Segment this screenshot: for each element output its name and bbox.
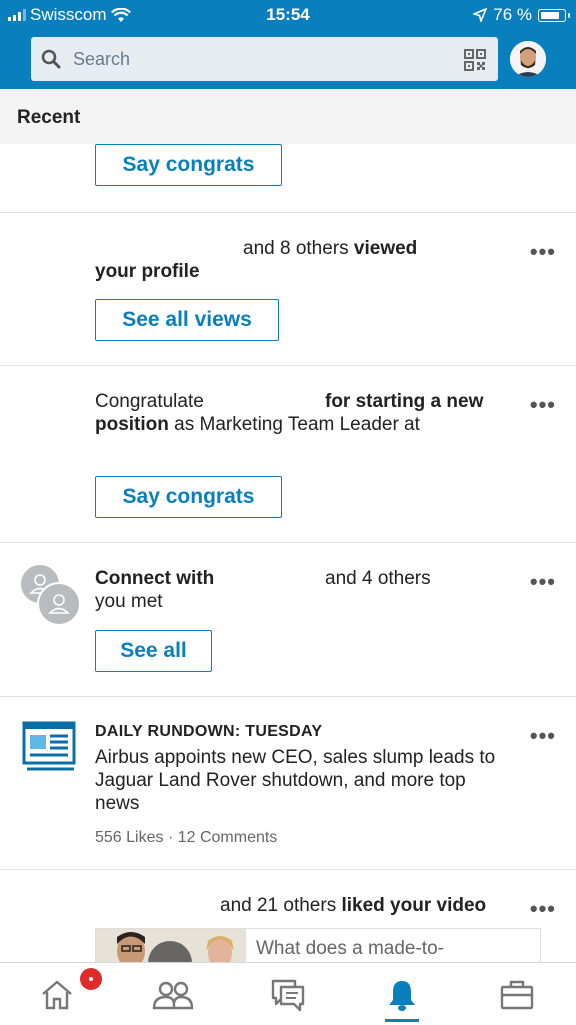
more-options-icon[interactable]: ••• [530, 392, 556, 418]
notification-card[interactable]: Congratulate for starting a new position… [0, 366, 576, 543]
say-congrats-button[interactable]: Say congrats [95, 144, 282, 186]
more-options-icon[interactable]: ••• [530, 569, 556, 595]
newspaper-icon [22, 721, 76, 771]
status-bar: Swisscom 15:54 76 % [0, 0, 576, 30]
battery-icon [538, 8, 570, 22]
tab-home[interactable] [34, 977, 80, 1013]
search-icon [41, 49, 61, 69]
news-card[interactable]: DAILY RUNDOWN: TUESDAY Airbus appoints n… [0, 697, 576, 870]
notification-text: Congratulate [95, 391, 204, 412]
notification-card[interactable]: and 21 others liked your video ••• What … [0, 870, 576, 968]
notification-badge [80, 968, 102, 990]
news-headline[interactable]: Airbus appoints new CEO, sales slump lea… [95, 746, 510, 815]
more-options-icon[interactable]: ••• [530, 723, 556, 749]
notification-text-bold: Connect with [95, 568, 215, 589]
notifications-icon [389, 981, 415, 1011]
recent-section-header: Recent [0, 89, 576, 145]
notification-text-line2: you met [95, 591, 163, 612]
notification-card[interactable]: and 8 others viewed your profile ••• See… [0, 213, 576, 366]
tab-notifications[interactable] [379, 977, 425, 1013]
avatar-placeholder [37, 582, 81, 626]
search-placeholder: Search [73, 49, 131, 69]
active-tab-indicator [385, 1019, 419, 1022]
messaging-icon [271, 979, 305, 1012]
see-all-button[interactable]: See all [95, 630, 212, 672]
qr-code-icon[interactable] [464, 49, 486, 71]
notification-text: and 8 others viewed [243, 238, 418, 259]
video-title: What does a made-to- [256, 938, 444, 959]
tab-my-network[interactable] [150, 977, 196, 1013]
battery-percent: 76 % [493, 5, 532, 24]
notification-text: and 21 others liked your video [220, 895, 487, 916]
search-bar[interactable]: Search [31, 37, 498, 81]
notification-text-line2: position as Marketing Team Leader at [95, 414, 420, 435]
more-options-icon[interactable]: ••• [530, 896, 556, 922]
tab-messaging[interactable] [265, 977, 311, 1013]
tab-jobs[interactable] [494, 977, 540, 1013]
notification-text-bold: for starting a new [325, 391, 484, 412]
notification-text: and 4 others [325, 568, 431, 589]
profile-avatar[interactable] [510, 41, 546, 77]
notification-text-line2: your profile [95, 261, 200, 282]
news-kicker: DAILY RUNDOWN: TUESDAY [95, 723, 323, 740]
location-arrow-icon [473, 8, 488, 22]
jobs-icon [500, 980, 534, 1010]
see-all-views-button[interactable]: See all views [95, 299, 279, 341]
home-icon [42, 980, 72, 1010]
notification-card[interactable]: Say congrats [0, 144, 576, 213]
app-header: Swisscom 15:54 76 % Search [0, 0, 576, 89]
section-title: Recent [17, 107, 81, 128]
engagement-stats[interactable]: 556 Likes · 12 Comments [95, 826, 277, 849]
more-options-icon[interactable]: ••• [530, 239, 556, 265]
my-network-icon [152, 981, 194, 1010]
say-congrats-button[interactable]: Say congrats [95, 476, 282, 518]
notification-card[interactable]: Connect with and 4 others you met ••• Se… [0, 543, 576, 697]
